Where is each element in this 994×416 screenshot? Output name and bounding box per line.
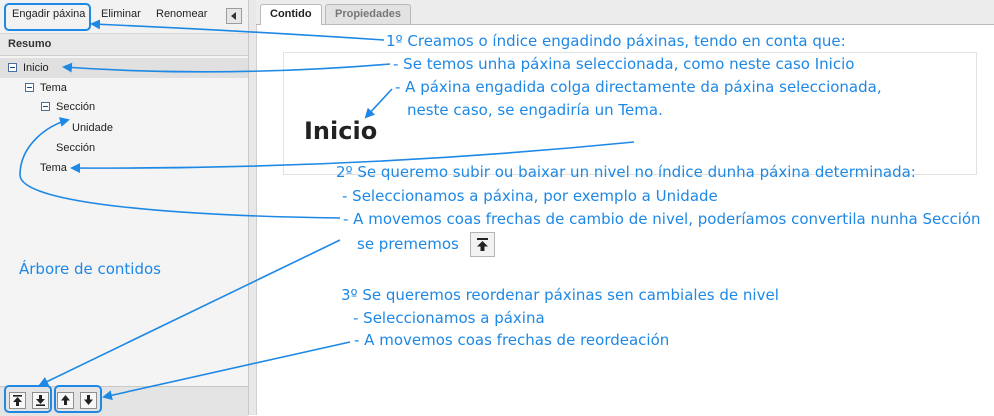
annotation-step2-line1: - Seleccionamos a páxina, por exemplo a … (342, 187, 718, 205)
panel-splitter[interactable] (249, 0, 257, 415)
tree-node-label: Tema (40, 162, 67, 174)
tree-node-label: Inicio (23, 62, 49, 74)
tree-collapse-icon[interactable] (41, 102, 50, 111)
page-title: Inicio (304, 117, 378, 145)
tree-node-label: Unidade (72, 122, 113, 134)
level-buttons-highlight (4, 385, 52, 413)
tree-node-tema[interactable]: Tema (0, 78, 248, 98)
tree-node-tema-2[interactable]: Tema (0, 158, 248, 178)
annotation-step2-title: 2º Se queremo subir ou baixar un nivel n… (336, 163, 916, 181)
outline-header: Resumo (0, 34, 248, 56)
tree-node-inicio[interactable]: Inicio (0, 58, 248, 78)
tab-contido[interactable]: Contido (260, 4, 322, 25)
annotation-step2-line2: - A movemos coas frechas de cambio de ni… (343, 210, 981, 228)
tree-node-seccion[interactable]: Sección (0, 97, 248, 117)
tree-node-seccion-2[interactable]: Sección (0, 138, 248, 158)
tree-collapse-icon[interactable] (25, 83, 34, 92)
outline-panel: Engadir páxina Eliminar Renomear Resumo … (0, 0, 249, 416)
content-tabbar: Contido Propiedades (256, 0, 994, 25)
collapse-panel-button[interactable] (226, 8, 242, 24)
annotation-step2-line3: se prememos (357, 232, 495, 257)
tree-caption: Árbore de contidos (19, 260, 161, 278)
level-up-icon (469, 232, 495, 257)
annotation-step3-title: 3º Se queremos reordenar páxinas sen cam… (341, 286, 779, 304)
annotation-step2-line3-text: se prememos (357, 235, 459, 253)
annotation-step3-line1: - Seleccionamos a páxina (353, 309, 545, 327)
annotation-step1-line2: - A páxina engadida colga directamente d… (395, 78, 882, 96)
order-buttons-highlight (54, 385, 102, 413)
tree-node-label: Tema (40, 82, 67, 94)
tree-node-label: Sección (56, 101, 96, 113)
tree-collapse-icon[interactable] (8, 63, 17, 72)
add-page-highlight (4, 3, 91, 31)
annotation-step1-title: 1º Creamos o índice engadindo páxinas, t… (386, 32, 846, 50)
outline-header-label: Resumo (8, 38, 52, 50)
rename-page-button[interactable]: Renomear (156, 8, 207, 20)
annotation-step1-line1: - Se temos unha páxina seleccionada, com… (393, 55, 855, 73)
tree-node-label: Sección (56, 142, 96, 154)
annotation-step1-line3: neste caso, se engadiría un Tema. (407, 101, 663, 119)
tree-node-unidade[interactable]: Unidade (0, 118, 248, 138)
tab-propiedades[interactable]: Propiedades (325, 4, 412, 24)
annotation-step3-line2: - A movemos coas frechas de reordeación (354, 331, 670, 349)
collapse-left-icon (231, 12, 236, 20)
delete-page-button[interactable]: Eliminar (101, 8, 141, 20)
